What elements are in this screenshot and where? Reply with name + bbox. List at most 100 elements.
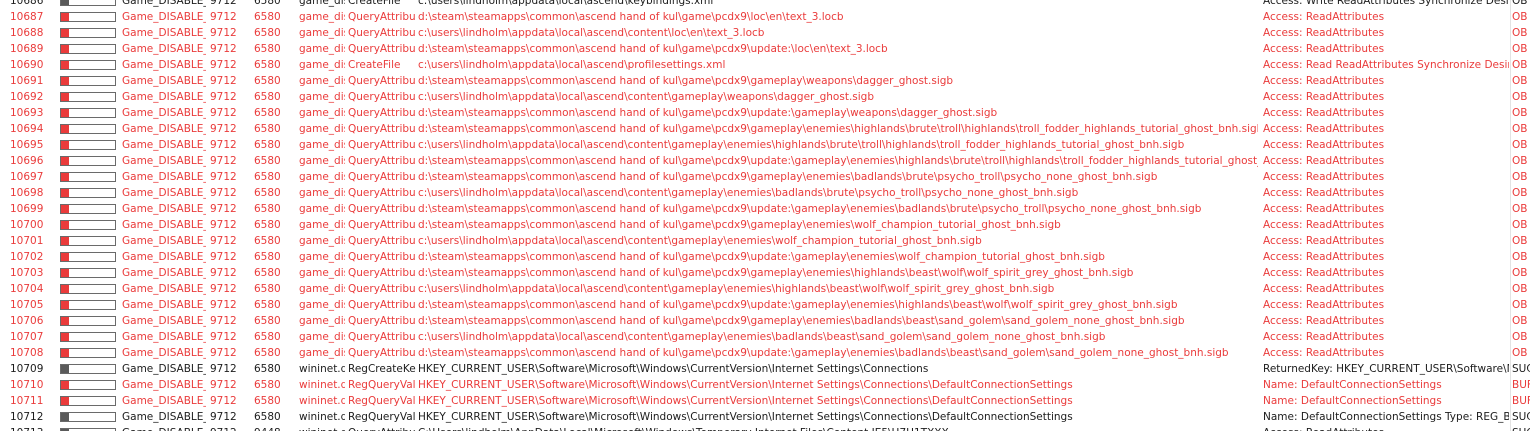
process-id: 9712 [210,235,237,247]
detail: Name: DefaultConnectionSettings [1263,395,1442,407]
module-name: wininet.d [299,411,345,423]
event-row[interactable]: 10711 Game_DISABLE_S 9712 6580 wininet.d… [0,393,1530,409]
detail: Name: DefaultConnectionSettings Type: RE… [1263,411,1509,423]
event-row[interactable]: 10688 Game_DISABLE_S 9712 6580 game_dis … [0,25,1530,41]
indicator-fill [61,333,69,341]
event-row[interactable]: 10693 Game_DISABLE_S 9712 6580 game_dis … [0,105,1530,121]
event-class-indicator [60,233,116,249]
sequence-number: 10695 [10,139,44,151]
thread-id: 6580 [254,235,281,247]
operation: QueryAttribut [348,315,416,327]
indicator-fill [61,381,69,389]
event-row[interactable]: 10698 Game_DISABLE_S 9712 6580 game_dis … [0,185,1530,201]
indicator-fill [61,0,69,5]
event-row[interactable]: 10702 Game_DISABLE_S 9712 6580 game_dis … [0,249,1530,265]
indicator-bar [60,156,116,166]
path: c:\users\lindholm\appdata\local\ascend\c… [418,139,1185,151]
process-id: 9712 [210,123,237,135]
event-row[interactable]: 10692 Game_DISABLE_S 9712 6580 game_dis … [0,89,1530,105]
event-row[interactable]: 10687 Game_DISABLE_S 9712 6580 game_dis … [0,9,1530,25]
event-row[interactable]: 10694 Game_DISABLE_S 9712 6580 game_dis … [0,121,1530,137]
event-row[interactable]: 10691 Game_DISABLE_S 9712 6580 game_dis … [0,73,1530,89]
path: c:\users\lindholm\appdata\local\ascend\c… [418,235,982,247]
thread-id: 6580 [254,139,281,151]
event-row[interactable]: 10696 Game_DISABLE_S 9712 6580 game_dis … [0,153,1530,169]
operation: CreateFile [348,59,401,71]
module-name: game_dis [299,171,345,183]
event-row[interactable]: 10707 Game_DISABLE_S 9712 6580 game_dis … [0,329,1530,345]
event-row[interactable]: 10690 Game_DISABLE_S 9712 6580 game_dis … [0,57,1530,73]
sequence-number: 10692 [10,91,44,103]
event-row[interactable]: 10709 Game_DISABLE_S 9712 6580 wininet.d… [0,361,1530,377]
detail: ReturnedKey: HKEY_CURRENT_USER\Software\… [1263,363,1509,375]
result: OB [1512,315,1528,327]
indicator-bar [60,284,116,294]
detail: Access: ReadAttributes [1263,283,1385,295]
event-row[interactable]: 10689 Game_DISABLE_S 9712 6580 game_dis … [0,41,1530,57]
indicator-bar [60,0,116,6]
result: OB [1512,347,1528,359]
indicator-fill [61,173,69,181]
indicator-bar [60,92,116,102]
event-row[interactable]: 10697 Game_DISABLE_S 9712 6580 game_dis … [0,169,1530,185]
path: d:\steam\steamapps\common\ascend hand of… [418,43,888,55]
event-row[interactable]: 10708 Game_DISABLE_S 9712 6580 game_dis … [0,345,1530,361]
thread-id: 6580 [254,203,281,215]
result: OB [1512,139,1528,151]
module-name: game_dis [299,27,345,39]
process-name: Game_DISABLE_S [122,267,206,279]
event-row[interactable]: 10695 Game_DISABLE_S 9712 6580 game_dis … [0,137,1530,153]
module-name: wininet.d [299,363,345,375]
result: OB [1512,91,1528,103]
event-row[interactable]: 10712 Game_DISABLE_S 9712 6580 wininet.d… [0,409,1530,425]
event-row[interactable]: 10704 Game_DISABLE_S 9712 6580 game_dis … [0,281,1530,297]
operation: QueryAttribut [348,283,416,295]
event-class-indicator [60,409,116,425]
operation: RegCreateKe [348,363,416,375]
module-name: game_dis [299,299,345,311]
path: C:\Users\lindholm\AppData\Local\Microsof… [418,425,1258,431]
process-name: Game_DISABLE_S [122,27,206,39]
detail: Access: ReadAttributes [1263,219,1385,231]
process-name: Game_DISABLE_S [122,363,206,375]
event-row[interactable]: 10705 Game_DISABLE_S 9712 6580 game_dis … [0,297,1530,313]
module-name: game_dis [299,123,345,135]
event-row[interactable]: 10699 Game_DISABLE_S 9712 6580 game_dis … [0,201,1530,217]
event-row[interactable]: 10703 Game_DISABLE_S 9712 6580 game_dis … [0,265,1530,281]
operation: QueryAttribut [348,187,416,199]
detail: Access: ReadAttributes [1263,235,1385,247]
detail: Name: DefaultConnectionSettings [1263,379,1442,391]
event-row[interactable]: 10701 Game_DISABLE_S 9712 6580 game_dis … [0,233,1530,249]
detail: Access: ReadAttributes [1263,251,1385,263]
detail: Access: ReadAttributes [1263,155,1385,167]
event-row[interactable]: 10713 Game_DISABLE_S 9712 9448 wininet.d… [0,425,1530,431]
indicator-fill [61,141,69,149]
indicator-bar [60,188,116,198]
process-monitor-event-list[interactable]: 10686 Game_DISABLE_S 9712 6580 game_dis … [0,0,1530,431]
process-name: Game_DISABLE_S [122,139,206,151]
module-name: wininet.d [299,395,345,407]
event-row[interactable]: 10706 Game_DISABLE_S 9712 6580 game_dis … [0,313,1530,329]
sequence-number: 10698 [10,187,44,199]
event-class-indicator [60,281,116,297]
path: c:\users\lindholm\appdata\local\ascend\c… [418,187,1079,199]
module-name: game_dis [299,251,345,263]
result: OB [1512,123,1528,135]
process-id: 9712 [210,379,237,391]
event-row[interactable]: 10686 Game_DISABLE_S 9712 6580 game_dis … [0,0,1530,9]
event-row[interactable]: 10710 Game_DISABLE_S 9712 6580 wininet.d… [0,377,1530,393]
operation: QueryAttribut [348,267,416,279]
path: d:\steam\steamapps\common\ascend hand of… [418,299,1178,311]
thread-id: 6580 [254,43,281,55]
module-name: wininet.d [299,379,345,391]
path: HKEY_CURRENT_USER\Software\Microsoft\Win… [418,395,1073,407]
path: d:\steam\steamapps\common\ascend hand of… [418,267,1134,279]
result: OB [1512,283,1528,295]
event-row[interactable]: 10700 Game_DISABLE_S 9712 6580 game_dis … [0,217,1530,233]
indicator-bar [60,140,116,150]
thread-id: 6580 [254,91,281,103]
indicator-bar [60,364,116,374]
detail: Access: ReadAttributes [1263,347,1385,359]
indicator-fill [61,285,69,293]
detail: Access: ReadAttributes [1263,299,1385,311]
